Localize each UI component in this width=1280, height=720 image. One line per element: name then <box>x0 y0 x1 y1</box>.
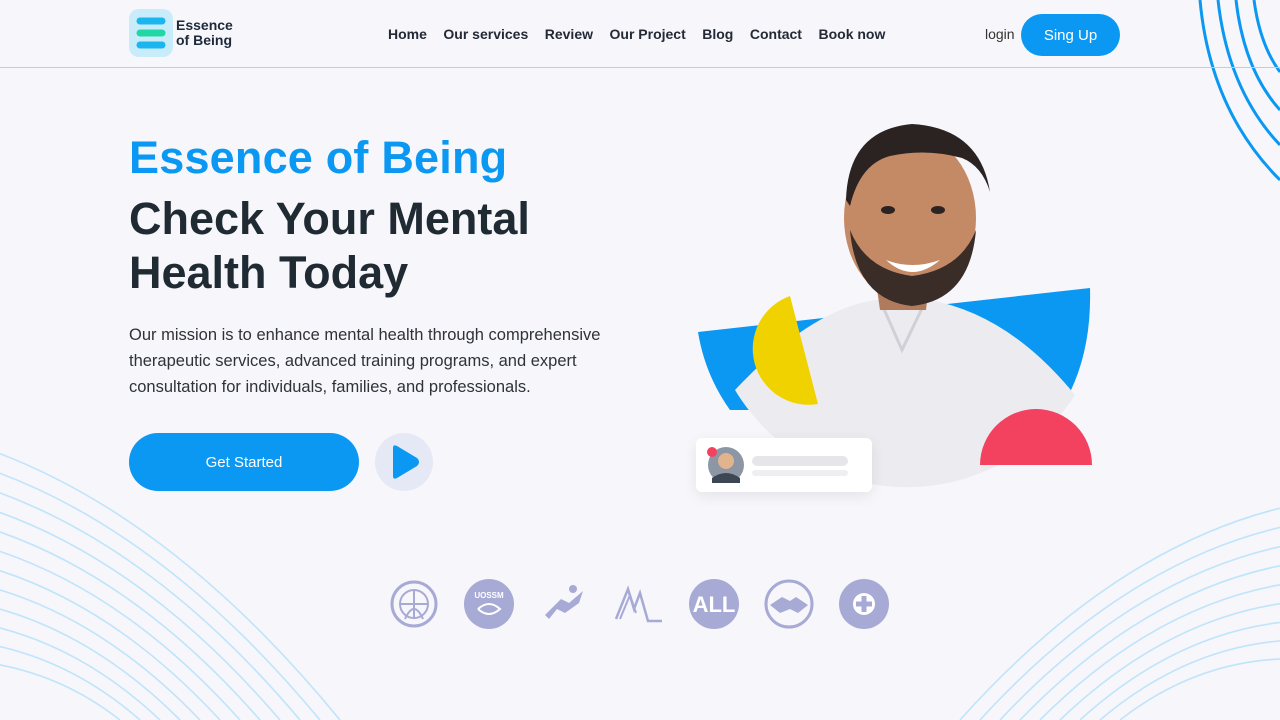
partner-logos: UOSSM ALL <box>389 579 889 629</box>
hero-title: Check Your Mental Health Today <box>129 193 530 298</box>
logo-mark-icon <box>129 9 173 57</box>
hero-brand-title: Essence of Being <box>129 132 508 183</box>
login-link[interactable]: login <box>985 26 1015 42</box>
top-navbar: Essence of Being Home Our services Revie… <box>0 0 1280 68</box>
notification-dot <box>707 447 717 457</box>
nav-item-contact[interactable]: Contact <box>750 26 802 42</box>
nav-item-book-now[interactable]: Book now <box>818 26 885 42</box>
msf-logo-icon <box>539 579 589 629</box>
nav-item-review[interactable]: Review <box>545 26 593 42</box>
signup-button[interactable]: Sing Up <box>1021 14 1120 56</box>
play-video-button[interactable] <box>375 433 433 491</box>
nav-item-blog[interactable]: Blog <box>702 26 733 42</box>
play-icon <box>393 445 419 479</box>
logo-line-2: of Being <box>176 32 232 48</box>
uossm-logo-icon: UOSSM <box>464 579 514 629</box>
all-logo-icon: ALL <box>689 579 739 629</box>
hero-description: Our mission is to enhance mental health … <box>129 326 601 396</box>
iom-logo-icon <box>389 579 439 629</box>
uossm-label: UOSSM <box>474 591 504 600</box>
handshake-logo-icon <box>764 579 814 629</box>
brand-logo[interactable]: Essence of Being <box>129 9 233 57</box>
nav-item-our-services[interactable]: Our services <box>443 26 528 42</box>
logo-text: Essence of Being <box>176 18 233 48</box>
nav-item-home[interactable]: Home <box>388 26 427 42</box>
nav-item-our-project[interactable]: Our Project <box>610 26 686 42</box>
main-nav: Home Our services Review Our Project Blo… <box>388 26 902 42</box>
logo-line-1: Essence <box>176 17 233 33</box>
get-started-button[interactable]: Get Started <box>129 433 359 491</box>
all-label: ALL <box>693 592 736 617</box>
wave-lines-logo-icon <box>614 579 664 629</box>
medicos-del-mundo-logo-icon <box>839 579 889 629</box>
chat-preview-card <box>696 438 872 492</box>
